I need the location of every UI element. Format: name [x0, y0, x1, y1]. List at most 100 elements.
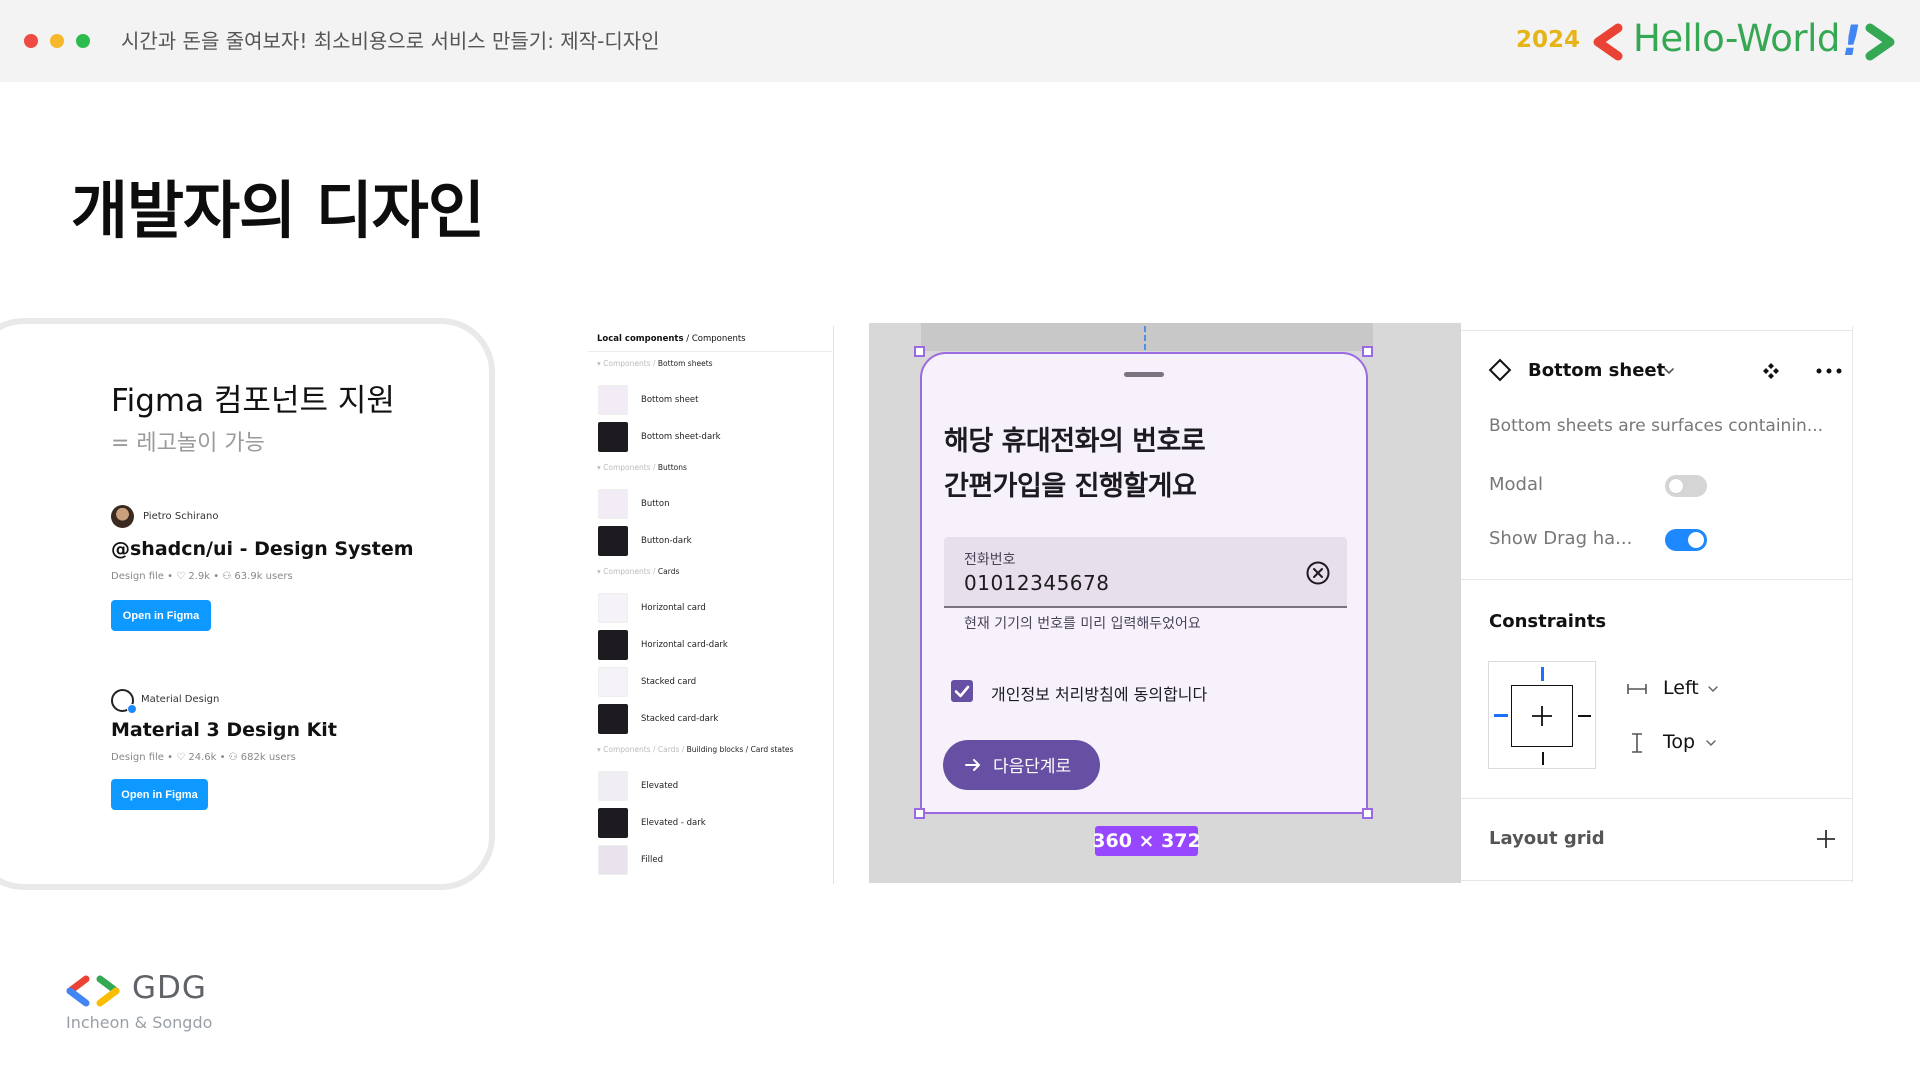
component-item[interactable]: Elevated	[598, 771, 818, 801]
component-name[interactable]: Bottom sheet	[1528, 360, 1665, 381]
page-title: 개발자의 디자인	[71, 174, 485, 247]
show-drag-handle-toggle[interactable]	[1665, 529, 1707, 551]
gdg-logo-text: GDG	[132, 970, 207, 1006]
constraint-bottom-tick[interactable]	[1542, 752, 1544, 765]
phone-field-label: 전화번호	[964, 552, 1016, 568]
selection-handle[interactable]	[914, 346, 925, 357]
properties-panel	[1461, 326, 1853, 883]
panel-divider	[1461, 330, 1853, 331]
check-icon	[954, 685, 970, 698]
toggle-knob	[1688, 532, 1704, 548]
horizontal-constraint-icon	[1627, 684, 1647, 694]
frame-size-badge: 360 × 372	[1092, 826, 1201, 856]
chevron-down-icon[interactable]	[1705, 738, 1717, 748]
kit-name[interactable]: Material 3 Design Kit	[111, 719, 337, 741]
brand-right-chevron-icon	[1865, 23, 1895, 61]
spacing-guide	[1144, 326, 1146, 350]
component-item[interactable]: Bottom sheet	[598, 385, 818, 415]
panel-divider	[1461, 798, 1853, 799]
constraints-heading: Constraints	[1489, 611, 1607, 632]
window-minimize-button[interactable]	[50, 34, 64, 48]
window-close-button[interactable]	[24, 34, 38, 48]
sheet-title-line-2: 간편가입을 진행할게요	[944, 471, 1197, 502]
panel-divider	[588, 351, 834, 352]
open-in-figma-button[interactable]: Open in Figma	[111, 600, 211, 631]
component-thumbnail	[598, 630, 628, 660]
window-zoom-button[interactable]	[76, 34, 90, 48]
panel-divider	[1461, 579, 1853, 580]
component-item[interactable]: Horizontal card-dark	[598, 630, 818, 660]
consent-checkbox[interactable]	[951, 680, 973, 702]
horizontal-constraint-value[interactable]: Left	[1663, 677, 1699, 699]
phone-field-helper: 현재 기기의 번호를 미리 입력해두었어요	[964, 616, 1201, 632]
next-step-label: 다음단계로	[993, 757, 1072, 777]
gdg-logo-icon	[66, 975, 120, 1007]
verified-badge-icon	[127, 704, 137, 714]
component-section-header[interactable]: ▾ Components / Buttons	[597, 463, 687, 472]
card-subtitle: = 레고놀이 가능	[111, 431, 265, 456]
card-title: Figma 컴포넌트 지원	[111, 383, 395, 419]
brand-name: Hello-World	[1633, 17, 1840, 60]
arrow-right-icon	[965, 759, 980, 771]
title-bar: 시간과 돈을 줄여보자! 최소비용으로 서비스 만들기: 제작-디자인 2024…	[0, 0, 1920, 82]
component-thumbnail	[598, 771, 628, 801]
constraint-left-tick[interactable]	[1494, 714, 1508, 717]
components-breadcrumb: Local components / Components	[597, 334, 746, 344]
component-thumbnail	[598, 422, 628, 452]
component-section-header[interactable]: ▾ Components / Bottom sheets	[597, 359, 713, 368]
component-item[interactable]: Button	[598, 489, 818, 519]
kit-name[interactable]: @shadcn/ui - Design System	[111, 538, 414, 560]
open-in-figma-button[interactable]: Open in Figma	[111, 779, 208, 810]
more-options-icon[interactable]	[1814, 361, 1844, 381]
toggle-knob	[1668, 478, 1684, 494]
component-item[interactable]: Elevated - dark	[598, 808, 818, 838]
go-to-main-component-icon[interactable]	[1761, 361, 1781, 381]
component-item[interactable]: Bottom sheet-dark	[598, 422, 818, 452]
layout-grid-heading: Layout grid	[1489, 828, 1605, 849]
brand-left-chevron-icon	[1593, 23, 1623, 61]
selection-handle[interactable]	[914, 808, 925, 819]
component-section-header[interactable]: ▾ Components / Cards	[597, 567, 679, 576]
vertical-constraint-icon	[1632, 733, 1642, 753]
component-thumbnail	[598, 593, 628, 623]
canvas-backdrop	[921, 323, 1373, 351]
component-section-header[interactable]: ▾ Components / Cards / Building blocks /…	[597, 745, 793, 754]
component-item[interactable]: Stacked card-dark	[598, 704, 818, 734]
show-drag-handle-label: Show Drag ha...	[1489, 528, 1633, 549]
kit-meta: Design file • ♡ 24.6k • ⚇ 682k users	[111, 752, 296, 763]
kit-author: Material Design	[141, 694, 220, 705]
plus-icon	[1532, 706, 1552, 726]
author-avatar	[111, 505, 134, 528]
selection-handle[interactable]	[1362, 808, 1373, 819]
modal-toggle[interactable]	[1665, 475, 1707, 497]
kit-author: Pietro Schirano	[143, 511, 219, 522]
component-thumbnail	[598, 667, 628, 697]
component-thumbnail	[598, 385, 628, 415]
component-item[interactable]: Horizontal card	[598, 593, 818, 623]
phone-field-value[interactable]: 01012345678	[964, 571, 1109, 595]
component-thumbnail	[598, 489, 628, 519]
panel-divider	[1461, 880, 1853, 881]
component-item[interactable]: Stacked card	[598, 667, 818, 697]
component-item[interactable]: Button-dark	[598, 526, 818, 556]
brand-exclamation: !	[1842, 16, 1862, 65]
selection-handle[interactable]	[1362, 346, 1373, 357]
constraint-top-tick[interactable]	[1541, 667, 1544, 681]
kit-meta: Design file • ♡ 2.9k • ⚇ 63.9k users	[111, 571, 293, 582]
clear-circle-icon[interactable]	[1305, 560, 1331, 586]
gdg-chapter-name: Incheon & Songdo	[66, 1013, 213, 1032]
component-thumbnail	[598, 526, 628, 556]
chevron-down-icon[interactable]	[1663, 366, 1675, 376]
document-title: 시간과 돈을 줄여보자! 최소비용으로 서비스 만들기: 제작-디자인	[121, 29, 660, 53]
drag-handle[interactable]	[1124, 372, 1164, 377]
vertical-constraint-value[interactable]: Top	[1663, 731, 1695, 753]
brand-year: 2024	[1516, 27, 1581, 53]
component-description: Bottom sheets are surfaces containin...	[1489, 416, 1824, 436]
add-layout-grid-icon[interactable]	[1815, 828, 1837, 850]
consent-label: 개인정보 처리방침에 동의합니다	[991, 685, 1208, 704]
constraint-right-tick[interactable]	[1578, 715, 1591, 717]
component-item[interactable]: Filled	[598, 845, 818, 875]
modal-property-label: Modal	[1489, 474, 1543, 495]
component-thumbnail	[598, 704, 628, 734]
chevron-down-icon[interactable]	[1707, 684, 1719, 694]
